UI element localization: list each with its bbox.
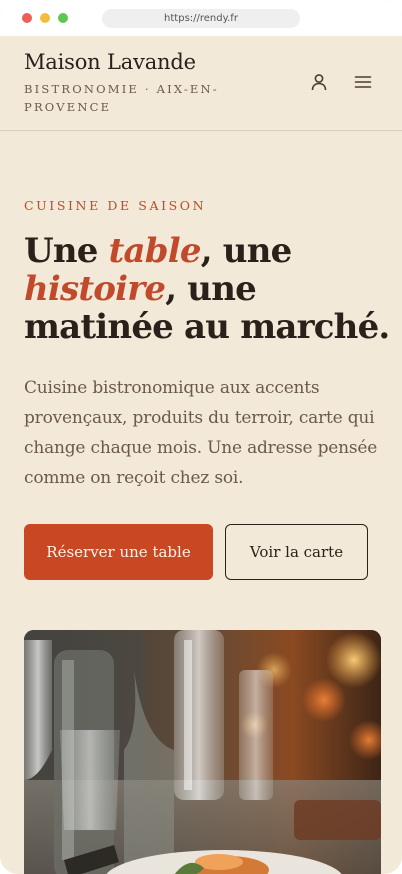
headline-emphasis: table [108, 231, 202, 271]
hero-headline: Une table, une histoire, une matinée au … [24, 232, 394, 346]
maximize-window-dot[interactable] [58, 13, 68, 23]
browser-chrome: https://rendy.fr [0, 0, 402, 36]
view-menu-button[interactable]: Voir la carte [225, 524, 368, 580]
hero-eyebrow: CUISINE DE SAISON [24, 198, 207, 213]
minimize-window-dot[interactable] [40, 13, 50, 23]
hamburger-menu-icon[interactable] [353, 72, 373, 92]
user-icon[interactable] [309, 72, 329, 92]
headline-text: Une [24, 231, 109, 271]
brand-subtitle: BISTRONOMIE · AIX-EN-PROVENCE [24, 82, 219, 114]
brand-name[interactable]: Maison Lavande [24, 50, 196, 74]
site-header: Maison Lavande BISTRONOMIE · AIX-EN-PROV… [0, 36, 402, 131]
close-window-dot[interactable] [22, 13, 32, 23]
hero-photo [24, 630, 381, 874]
hero-lead: Cuisine bistronomique aux accents proven… [24, 378, 378, 488]
headline-emphasis: histoire [24, 269, 166, 309]
headline-text: , une [200, 231, 293, 271]
address-bar[interactable]: https://rendy.fr [102, 9, 300, 28]
page-frame: https://rendy.fr Maison Lavande BISTRONO… [0, 0, 402, 874]
reserve-table-button[interactable]: Réserver une table [24, 524, 213, 580]
